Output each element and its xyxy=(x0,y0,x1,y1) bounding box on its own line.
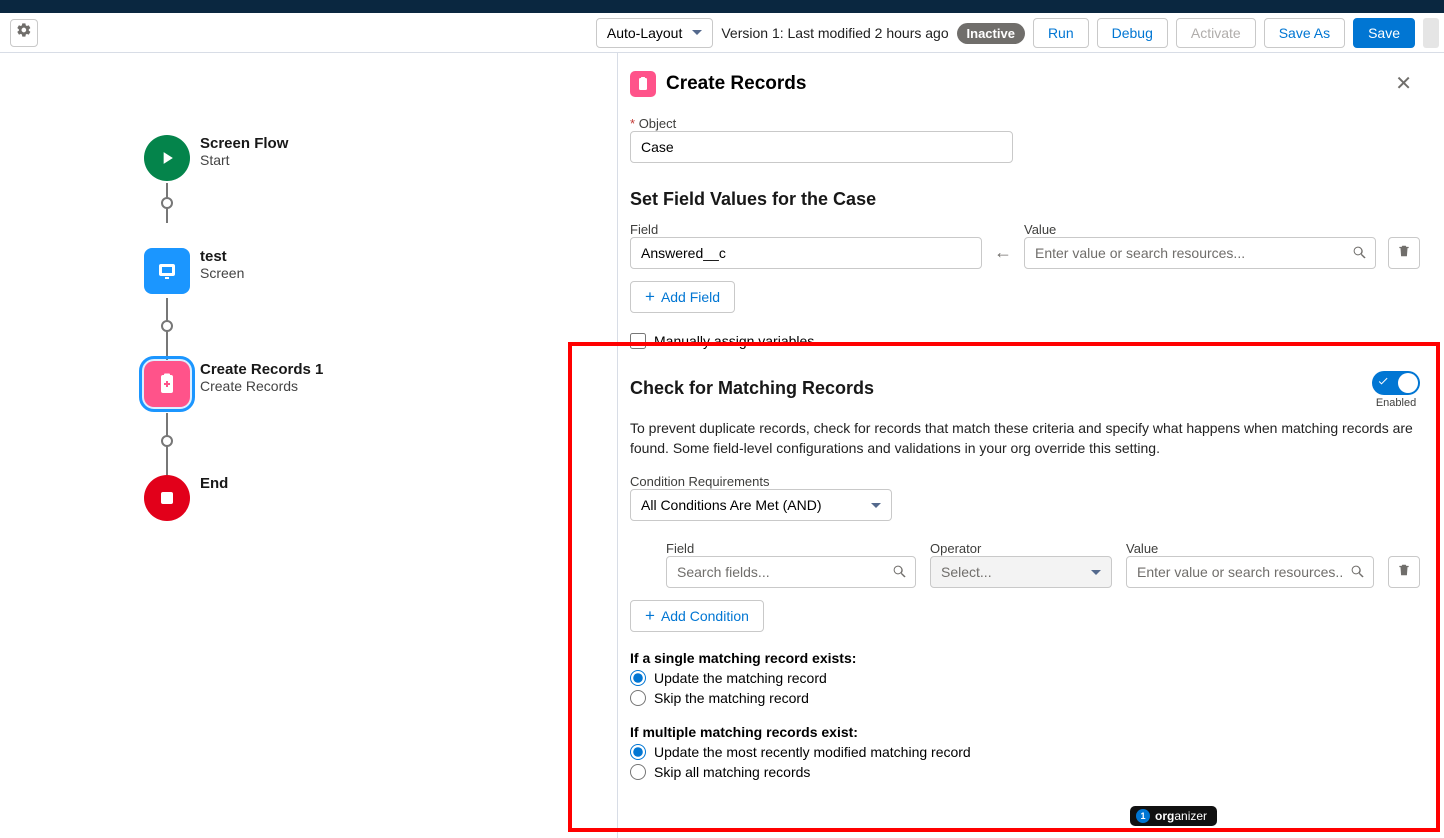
panel-title: Create Records xyxy=(666,73,806,95)
search-icon xyxy=(1350,564,1366,580)
set-values-heading: Set Field Values for the Case xyxy=(630,189,1420,210)
close-panel-button[interactable]: ✕ xyxy=(1387,67,1420,100)
node-title: Create Records 1 xyxy=(200,361,323,378)
cond-value-label: Value xyxy=(1126,541,1374,556)
cond-req-label: Condition Requirements xyxy=(630,474,1420,489)
single-skip-radio[interactable] xyxy=(630,690,646,706)
activate-button: Activate xyxy=(1176,18,1256,48)
properties-panel: Create Records ✕ * Object Set Field Valu… xyxy=(617,53,1444,838)
toggle-state-label: Enabled xyxy=(1372,397,1420,409)
plus-icon: + xyxy=(645,287,655,307)
check-matching-desc: To prevent duplicate records, check for … xyxy=(630,419,1420,458)
search-icon xyxy=(892,564,908,580)
trash-icon xyxy=(1397,244,1411,263)
node-subtitle: Start xyxy=(200,152,288,168)
add-field-button[interactable]: + Add Field xyxy=(630,281,735,313)
multi-skip-radio[interactable] xyxy=(630,764,646,780)
delete-condition-button[interactable] xyxy=(1388,556,1420,588)
manually-assign-label: Manually assign variables xyxy=(654,333,814,349)
add-condition-button[interactable]: + Add Condition xyxy=(630,600,764,632)
node-screen[interactable]: test Screen xyxy=(144,248,244,294)
check-matching-heading: Check for Matching Records xyxy=(630,378,874,399)
screen-icon xyxy=(144,248,190,294)
cond-operator-select[interactable]: Select... xyxy=(930,556,1112,588)
create-records-icon xyxy=(630,71,656,97)
cond-operator-label: Operator xyxy=(930,541,1112,556)
panel-collapse-handle[interactable] xyxy=(1423,18,1439,48)
enable-matching-toggle[interactable] xyxy=(1372,371,1420,395)
multi-update-radio[interactable] xyxy=(630,744,646,760)
node-start[interactable]: Screen Flow Start xyxy=(144,135,288,181)
chevron-down-icon xyxy=(871,503,881,508)
save-as-button[interactable]: Save As xyxy=(1264,18,1345,48)
builder-header: Auto-Layout Version 1: Last modified 2 h… xyxy=(0,13,1444,53)
status-badge: Inactive xyxy=(957,23,1025,44)
search-icon xyxy=(1352,245,1368,261)
arrow-left-icon: ← xyxy=(994,242,1012,269)
layout-mode-label: Auto-Layout xyxy=(607,25,683,41)
app-top-stripe xyxy=(0,0,1444,13)
info-icon: 1 xyxy=(1136,809,1150,823)
single-skip-option[interactable]: Skip the matching record xyxy=(630,690,1420,706)
manually-assign-checkbox[interactable] xyxy=(630,333,646,349)
start-icon xyxy=(144,135,190,181)
multi-skip-option[interactable]: Skip all matching records xyxy=(630,764,1420,780)
settings-button[interactable] xyxy=(10,19,38,47)
object-label: * Object xyxy=(630,116,1420,131)
connector xyxy=(166,183,168,223)
node-subtitle: Create Records xyxy=(200,378,323,394)
create-records-icon xyxy=(144,361,190,407)
multi-match-heading: If multiple matching records exist: xyxy=(630,724,1420,740)
node-create-records[interactable]: Create Records 1 Create Records xyxy=(144,361,323,407)
cond-value-input[interactable] xyxy=(1126,556,1374,588)
single-match-heading: If a single matching record exists: xyxy=(630,650,1420,666)
end-icon xyxy=(144,475,190,521)
node-subtitle: Screen xyxy=(200,265,244,281)
gear-icon xyxy=(16,22,32,43)
check-icon xyxy=(1377,374,1389,392)
field-label: Field xyxy=(630,222,982,237)
trash-icon xyxy=(1397,563,1411,582)
connector xyxy=(166,298,168,360)
plus-icon: + xyxy=(645,606,655,626)
single-update-radio[interactable] xyxy=(630,670,646,686)
cond-req-select[interactable]: All Conditions Are Met (AND) xyxy=(630,489,892,521)
single-update-option[interactable]: Update the matching record xyxy=(630,670,1420,686)
layout-mode-select[interactable]: Auto-Layout xyxy=(596,18,714,48)
value-input[interactable] xyxy=(1024,237,1376,269)
close-icon: ✕ xyxy=(1395,73,1412,95)
node-end[interactable]: End xyxy=(144,475,228,521)
save-button[interactable]: Save xyxy=(1353,18,1415,48)
debug-button[interactable]: Debug xyxy=(1097,18,1168,48)
run-button[interactable]: Run xyxy=(1033,18,1089,48)
node-title: End xyxy=(200,475,228,492)
flow-canvas[interactable]: Screen Flow Start test Screen Create Rec… xyxy=(0,53,617,838)
cond-field-input[interactable] xyxy=(666,556,916,588)
delete-row-button[interactable] xyxy=(1388,237,1420,269)
node-title: test xyxy=(200,248,244,265)
version-text: Version 1: Last modified 2 hours ago Ina… xyxy=(721,25,1025,41)
organizer-badge[interactable]: 1 organizer xyxy=(1130,806,1217,826)
multi-update-option[interactable]: Update the most recently modified matchi… xyxy=(630,744,1420,760)
object-input[interactable] xyxy=(630,131,1013,163)
value-label: Value xyxy=(1024,222,1376,237)
chevron-down-icon xyxy=(1091,570,1101,575)
cond-field-label: Field xyxy=(666,541,916,556)
chevron-down-icon xyxy=(692,30,702,35)
node-title: Screen Flow xyxy=(200,135,288,152)
connector xyxy=(166,413,168,475)
field-input[interactable] xyxy=(630,237,982,269)
